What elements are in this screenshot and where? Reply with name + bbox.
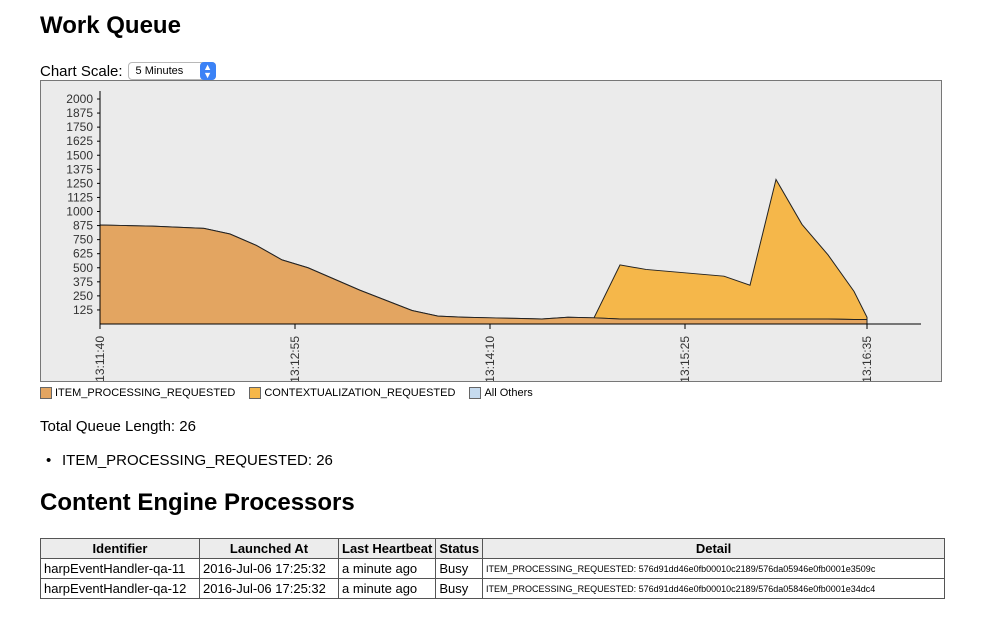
table-row: harpEventHandler-qa-12 2016-Jul-06 17:25… — [40, 578, 946, 599]
legend-item: All Others — [469, 387, 533, 399]
chart-scale-row: Chart Scale: 5 Minutes ▲ ▼ — [40, 62, 216, 80]
y-tick-label: 500 — [73, 261, 93, 275]
y-tick-label: 1625 — [66, 134, 93, 148]
chart-scale-value: 5 Minutes — [135, 65, 184, 77]
legend-label: All Others — [484, 387, 533, 399]
cell-identifier: harpEventHandler-qa-12 — [40, 578, 200, 599]
x-tick-label: 13:16:35 — [860, 336, 874, 381]
cell-detail: ITEM_PROCESSING_REQUESTED: 576d91dd46e0f… — [482, 558, 946, 579]
y-tick-label: 2000 — [66, 92, 93, 106]
total-queue-length: Total Queue Length: 26 — [40, 418, 196, 435]
x-tick-label: 13:15:25 — [678, 336, 692, 381]
y-tick-label: 1375 — [66, 162, 93, 176]
legend-label: CONTEXTUALIZATION_REQUESTED — [264, 387, 456, 399]
cell-launched-at: 2016-Jul-06 17:25:32 — [199, 578, 339, 599]
chart-scale-select[interactable]: 5 Minutes ▲ ▼ — [127, 62, 216, 80]
x-tick-label: 13:14:10 — [483, 336, 497, 381]
y-tick-label: 250 — [73, 289, 93, 303]
cell-last-heartbeat: a minute ago — [337, 558, 437, 579]
y-tick-label: 1125 — [67, 190, 93, 204]
y-tick-label: 750 — [73, 233, 93, 247]
table-row: harpEventHandler-qa-11 2016-Jul-06 17:25… — [40, 558, 946, 579]
chart-scale-label: Chart Scale: — [40, 62, 123, 80]
y-tick-label: 625 — [73, 247, 93, 261]
legend-label: ITEM_PROCESSING_REQUESTED — [55, 387, 236, 399]
queue-chart: 2000 1875 1750 1625 1500 1375 1250 1125 1000 875 7… — [40, 80, 942, 382]
y-tick-label: 1500 — [66, 148, 93, 162]
column-header: Last Heartbeat — [337, 538, 437, 559]
y-tick-label: 1750 — [66, 120, 93, 134]
list-item: ITEM_PROCESSING_REQUESTED: 26 — [46, 452, 333, 469]
y-tick-label: 1250 — [66, 176, 93, 190]
page-title: Work Queue — [40, 12, 181, 39]
legend-swatch — [249, 387, 262, 399]
cell-last-heartbeat: a minute ago — [337, 578, 437, 599]
y-tick-label: 1875 — [66, 106, 93, 120]
column-header: Status — [435, 538, 484, 559]
chart-legend: ITEM_PROCESSING_REQUESTED CONTEXTUALIZAT… — [40, 387, 547, 399]
table-header-row: Identifier Launched At Last Heartbeat St… — [40, 538, 946, 559]
legend-swatch — [40, 387, 52, 399]
cell-detail: ITEM_PROCESSING_REQUESTED: 576d91dd46e0f… — [482, 578, 946, 599]
column-header: Detail — [482, 538, 946, 559]
queue-chart-svg: 2000187517501625150013751250112510008757… — [66, 91, 921, 381]
processors-title: Content Engine Processors — [40, 489, 355, 516]
cell-status: Busy — [435, 558, 484, 579]
column-header: Identifier — [40, 538, 200, 559]
legend-item: ITEM_PROCESSING_REQUESTED — [40, 387, 235, 399]
legend-swatch — [469, 387, 482, 399]
processors-table: Identifier Launched At Last Heartbeat St… — [40, 538, 946, 599]
y-tick-label: 375 — [73, 275, 93, 289]
cell-status: Busy — [435, 578, 484, 599]
x-tick-label: 13:12:55 — [288, 336, 302, 381]
column-header: Launched At — [199, 538, 339, 559]
cell-launched-at: 2016-Jul-06 17:25:32 — [199, 558, 339, 579]
y-tick-label: 875 — [73, 219, 93, 233]
y-tick-label: 125 — [73, 303, 93, 317]
x-tick-label: 13:11:40 — [93, 336, 107, 381]
y-tick-label: 1000 — [66, 205, 93, 219]
legend-item: CONTEXTUALIZATION_REQUESTED — [249, 387, 455, 399]
cell-identifier: harpEventHandler-qa-11 — [40, 558, 200, 579]
chevron-up-down-icon: ▲ ▼ — [199, 62, 216, 80]
queue-list: ITEM_PROCESSING_REQUESTED: 26 — [46, 452, 333, 469]
